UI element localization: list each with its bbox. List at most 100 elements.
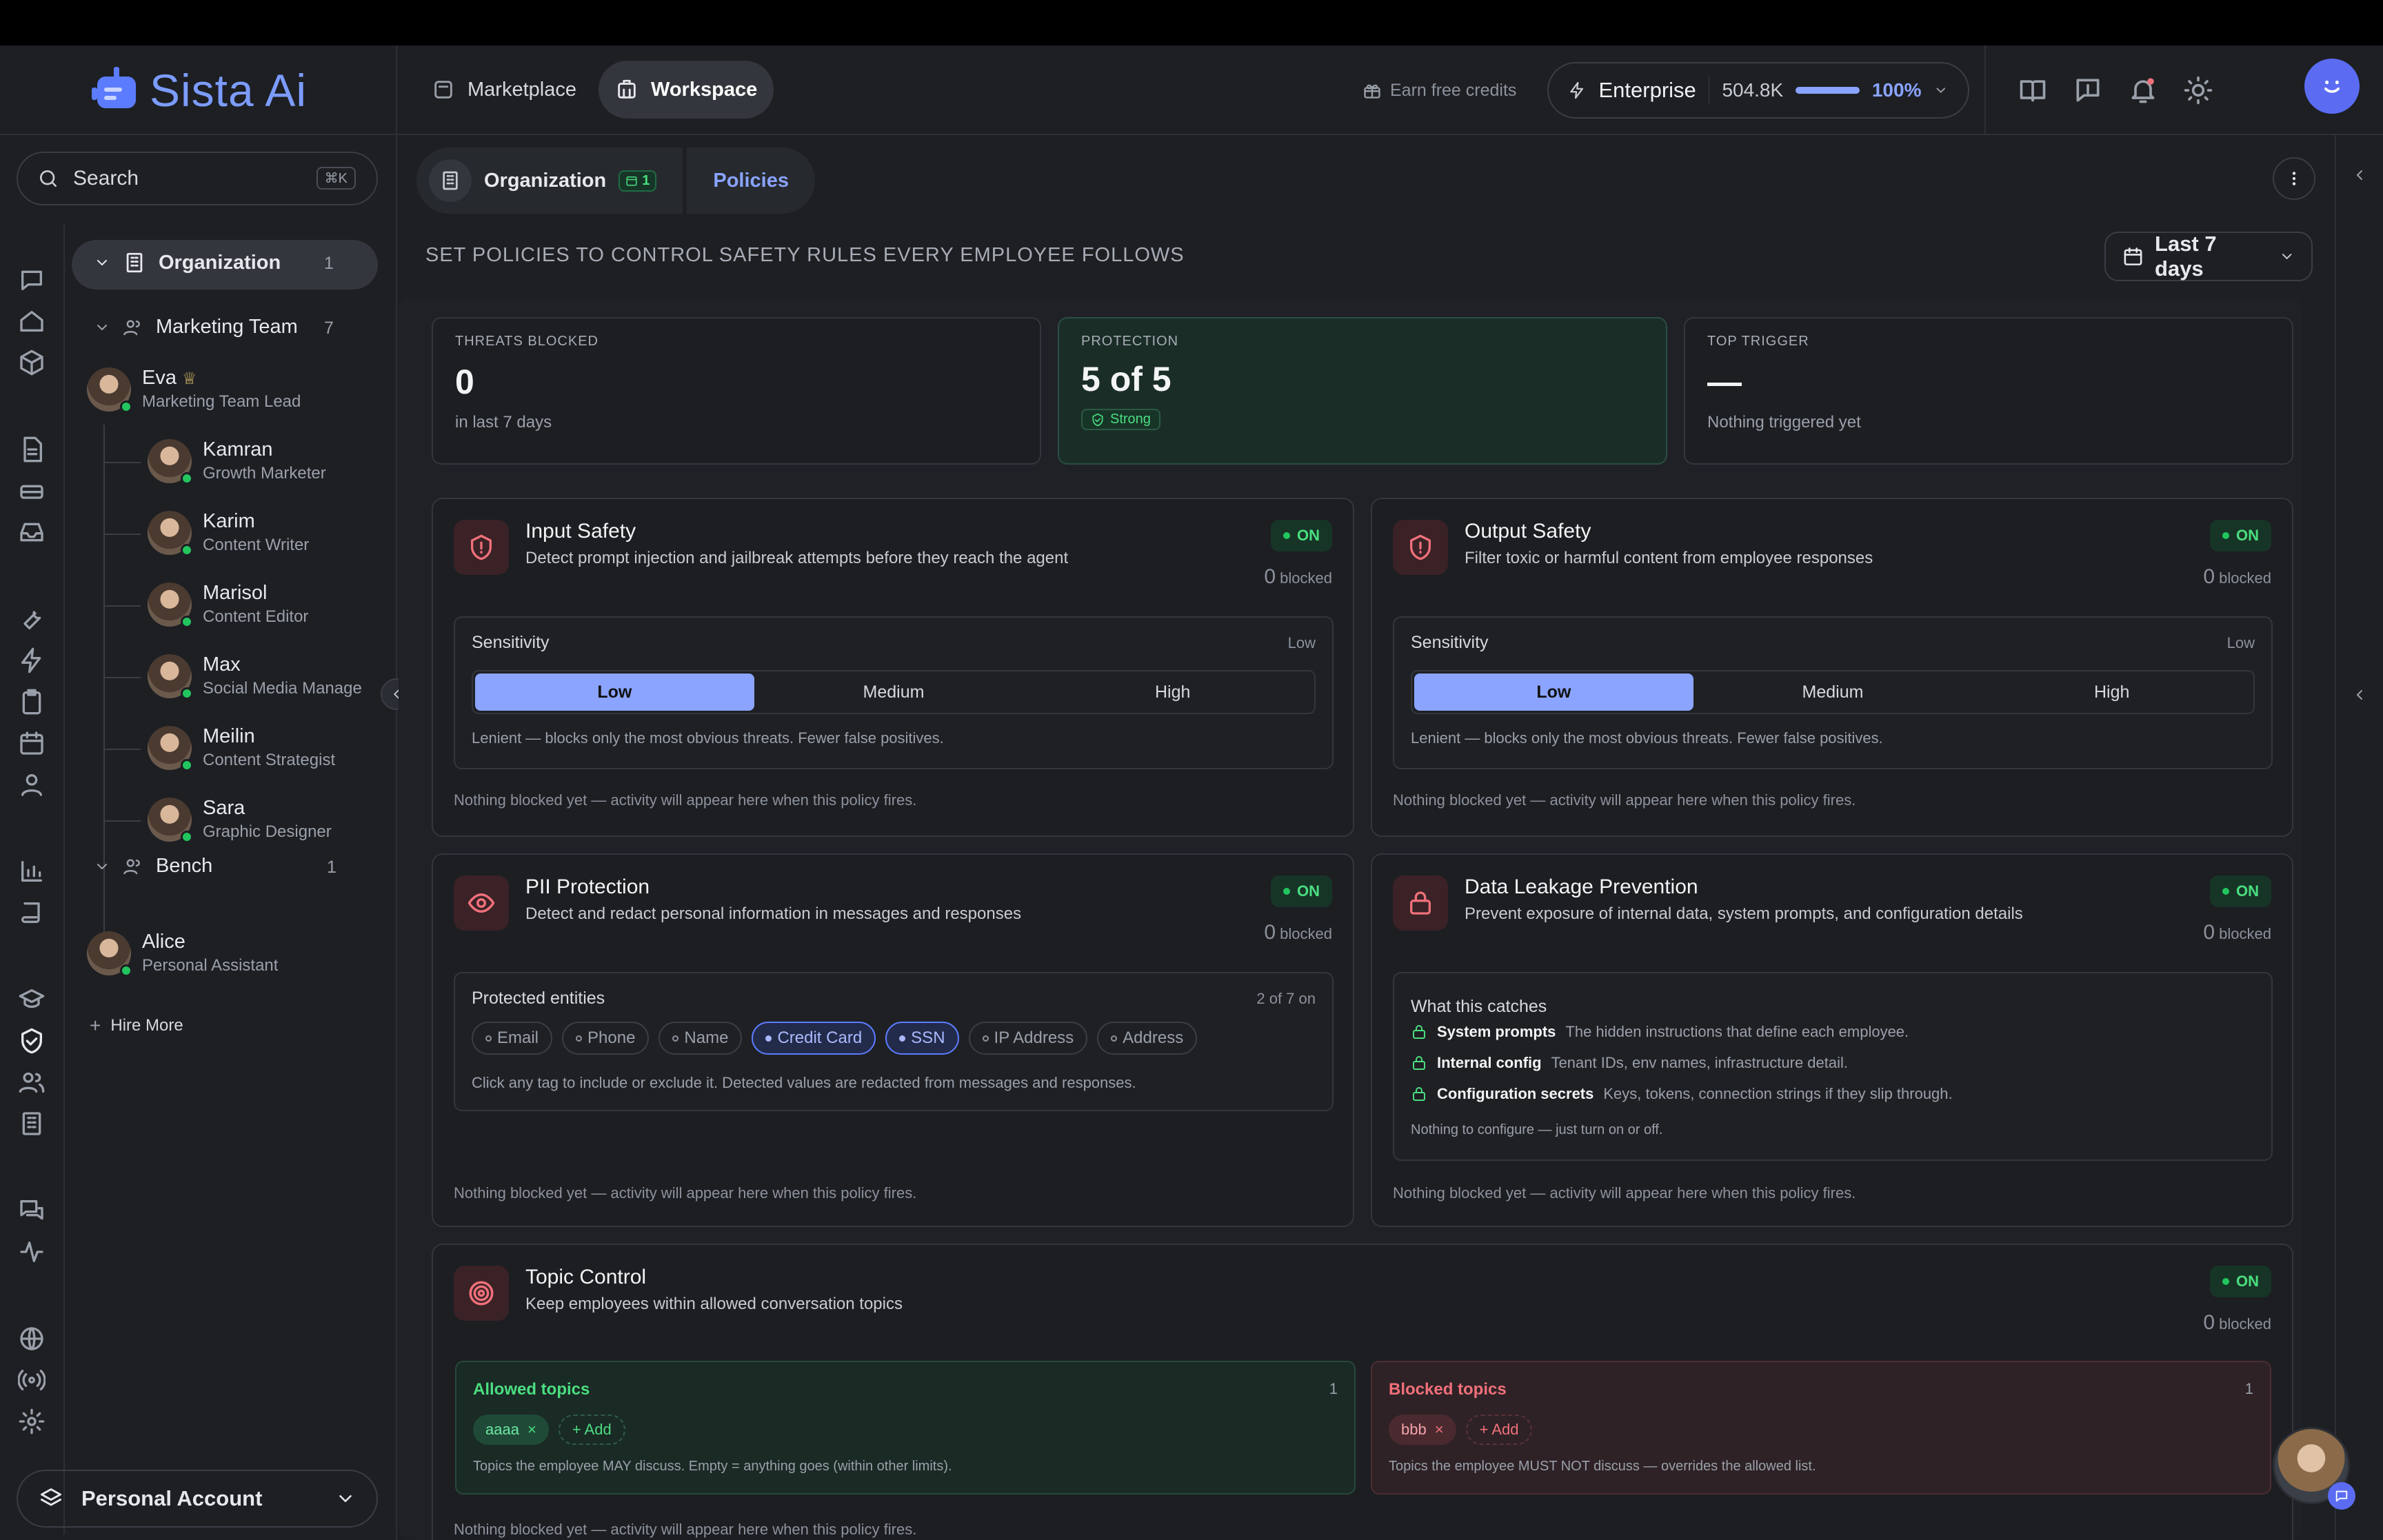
member-role: Growth Marketer bbox=[203, 464, 326, 483]
plan-selector[interactable]: Enterprise 504.8K 100% bbox=[1547, 62, 1969, 119]
date-range-picker[interactable]: Last 7 days bbox=[2104, 232, 2313, 281]
member-role: Content Writer bbox=[203, 536, 310, 554]
breadcrumb-organization[interactable]: Organization 1 bbox=[416, 148, 683, 214]
entities-panel: Protected entities 2 of 7 on Email Phone… bbox=[454, 972, 1334, 1111]
policy-pii-protection: PII Protection Detect and redact persona… bbox=[432, 853, 1354, 1227]
entity-tag-address[interactable]: Address bbox=[1097, 1022, 1198, 1055]
messages-icon[interactable] bbox=[18, 1197, 46, 1224]
policy-empty-note: Nothing blocked yet — activity will appe… bbox=[1393, 1184, 1856, 1202]
logo[interactable]: Sista Ai bbox=[0, 45, 397, 135]
shield-check-icon[interactable] bbox=[18, 1027, 46, 1055]
member-alice[interactable]: Alice Personal Assistant bbox=[87, 931, 302, 977]
member-role: Content Editor bbox=[203, 607, 309, 626]
chevron-left-icon[interactable] bbox=[2351, 687, 2368, 703]
chat-icon[interactable] bbox=[18, 266, 46, 294]
member-role: Marketing Team Lead bbox=[142, 392, 301, 411]
member-kamran[interactable]: Kamran Growth Marketer bbox=[148, 438, 363, 485]
blocked-topic-chip[interactable]: bbb × bbox=[1389, 1415, 1456, 1445]
add-allowed-topic-button[interactable]: + Add bbox=[558, 1415, 625, 1445]
policy-empty-note: Nothing blocked yet — activity will appe… bbox=[454, 791, 917, 809]
entity-tag-ssn[interactable]: SSN bbox=[885, 1022, 959, 1055]
allowed-topic-chip[interactable]: aaaa × bbox=[473, 1415, 549, 1445]
chevron-left-icon[interactable] bbox=[2351, 167, 2368, 183]
breadcrumb-policies[interactable]: Policies bbox=[687, 148, 815, 214]
tree-organization-count: 1 bbox=[324, 254, 334, 273]
broadcast-icon[interactable] bbox=[18, 1366, 46, 1394]
sun-icon[interactable] bbox=[2183, 75, 2213, 105]
entity-tag-name[interactable]: Name bbox=[658, 1022, 743, 1055]
zap-icon[interactable] bbox=[18, 647, 46, 674]
more-options-button[interactable] bbox=[2273, 157, 2315, 200]
clipboard-icon[interactable] bbox=[18, 688, 46, 716]
policy-toggle[interactable]: ON bbox=[2210, 875, 2271, 907]
entity-tag-email[interactable]: Email bbox=[472, 1022, 553, 1055]
bar-chart-icon[interactable] bbox=[18, 858, 46, 885]
gear-icon[interactable] bbox=[18, 1408, 46, 1435]
tree-bench[interactable]: Bench bbox=[94, 855, 212, 878]
stat-sub: Nothing triggered yet bbox=[1707, 413, 1861, 432]
hire-more-button[interactable]: + Hire More bbox=[90, 1015, 183, 1037]
search-input[interactable]: Search ⌘K bbox=[17, 152, 378, 205]
close-icon[interactable]: × bbox=[527, 1421, 536, 1439]
member-karim[interactable]: Karim Content Writer bbox=[148, 510, 363, 556]
tree-line bbox=[103, 749, 141, 750]
home-icon[interactable] bbox=[18, 307, 46, 335]
tree-organization[interactable]: Organization bbox=[94, 251, 281, 274]
earn-credits-link[interactable]: Earn free credits bbox=[1363, 45, 1516, 135]
member-eva[interactable]: Eva ♕ Marketing Team Lead bbox=[87, 367, 302, 413]
online-status-dot bbox=[120, 400, 132, 413]
inbox-icon[interactable] bbox=[18, 518, 46, 546]
sensitivity-medium[interactable]: Medium bbox=[1693, 673, 1973, 711]
account-switcher[interactable]: Personal Account bbox=[17, 1470, 378, 1528]
member-sara[interactable]: Sara Graphic Designer bbox=[148, 797, 363, 843]
member-meilin[interactable]: Meilin Content Strategist bbox=[148, 725, 363, 771]
user-icon[interactable] bbox=[18, 771, 46, 798]
graduation-icon[interactable] bbox=[18, 986, 46, 1013]
member-marisol[interactable]: Marisol Content Editor bbox=[148, 582, 363, 628]
tree-marketing-team[interactable]: Marketing Team bbox=[94, 316, 298, 338]
drive-icon[interactable] bbox=[18, 477, 46, 505]
globe-icon[interactable] bbox=[18, 1325, 46, 1352]
sensitivity-medium[interactable]: Medium bbox=[754, 673, 1034, 711]
entity-tag-ip-address[interactable]: IP Address bbox=[968, 1022, 1088, 1055]
scroll-icon[interactable] bbox=[18, 899, 46, 926]
allowed-topics-panel: Allowed topics 1 aaaa × + Add Topics the… bbox=[455, 1361, 1356, 1495]
tab-marketplace[interactable]: Marketplace bbox=[415, 61, 593, 119]
user-avatar[interactable] bbox=[2304, 59, 2360, 114]
sensitivity-low[interactable]: Low bbox=[1414, 673, 1693, 711]
book-icon[interactable] bbox=[2018, 75, 2048, 105]
policy-toggle[interactable]: ON bbox=[1271, 875, 1332, 907]
building-icon[interactable] bbox=[18, 1110, 46, 1137]
add-blocked-topic-button[interactable]: + Add bbox=[1465, 1415, 1533, 1445]
bell-icon[interactable] bbox=[2128, 75, 2158, 105]
stat-label: TOP TRIGGER bbox=[1707, 334, 1809, 349]
tab-workspace[interactable]: Workspace bbox=[599, 61, 774, 119]
member-role: Social Media Manager bbox=[203, 679, 363, 698]
account-label: Personal Account bbox=[81, 1486, 263, 1510]
policy-toggle[interactable]: ON bbox=[1271, 520, 1332, 551]
member-max[interactable]: Max Social Media Manager bbox=[148, 654, 363, 700]
page-heading: SET POLICIES TO CONTROL SAFETY RULES EVE… bbox=[425, 244, 1185, 266]
calendar-icon[interactable] bbox=[18, 729, 46, 757]
feedback-icon[interactable] bbox=[2073, 75, 2103, 105]
entity-tag-phone[interactable]: Phone bbox=[562, 1022, 650, 1055]
wrench-icon[interactable] bbox=[18, 605, 46, 633]
activity-icon[interactable] bbox=[18, 1238, 46, 1266]
store-icon bbox=[434, 81, 452, 99]
search-placeholder: Search bbox=[73, 167, 139, 190]
close-icon[interactable]: × bbox=[1435, 1421, 1444, 1439]
member-name: Eva ♕ bbox=[142, 367, 197, 389]
search-icon bbox=[40, 170, 57, 187]
policy-toggle[interactable]: ON bbox=[2210, 1266, 2271, 1297]
document-icon[interactable] bbox=[18, 436, 46, 463]
catch-item: System prompts The hidden instructions th… bbox=[1411, 1023, 1909, 1041]
policy-toggle[interactable]: ON bbox=[2210, 520, 2271, 551]
entity-tag-credit-card[interactable]: Credit Card bbox=[752, 1022, 876, 1055]
sensitivity-high[interactable]: High bbox=[1972, 673, 2251, 711]
users-icon[interactable] bbox=[18, 1068, 46, 1096]
chat-bubble-icon[interactable] bbox=[2328, 1482, 2355, 1510]
cube-icon[interactable] bbox=[18, 349, 46, 376]
breadcrumb: Organization 1 Policies bbox=[416, 148, 815, 214]
sensitivity-high[interactable]: High bbox=[1033, 673, 1312, 711]
sensitivity-low[interactable]: Low bbox=[475, 673, 754, 711]
